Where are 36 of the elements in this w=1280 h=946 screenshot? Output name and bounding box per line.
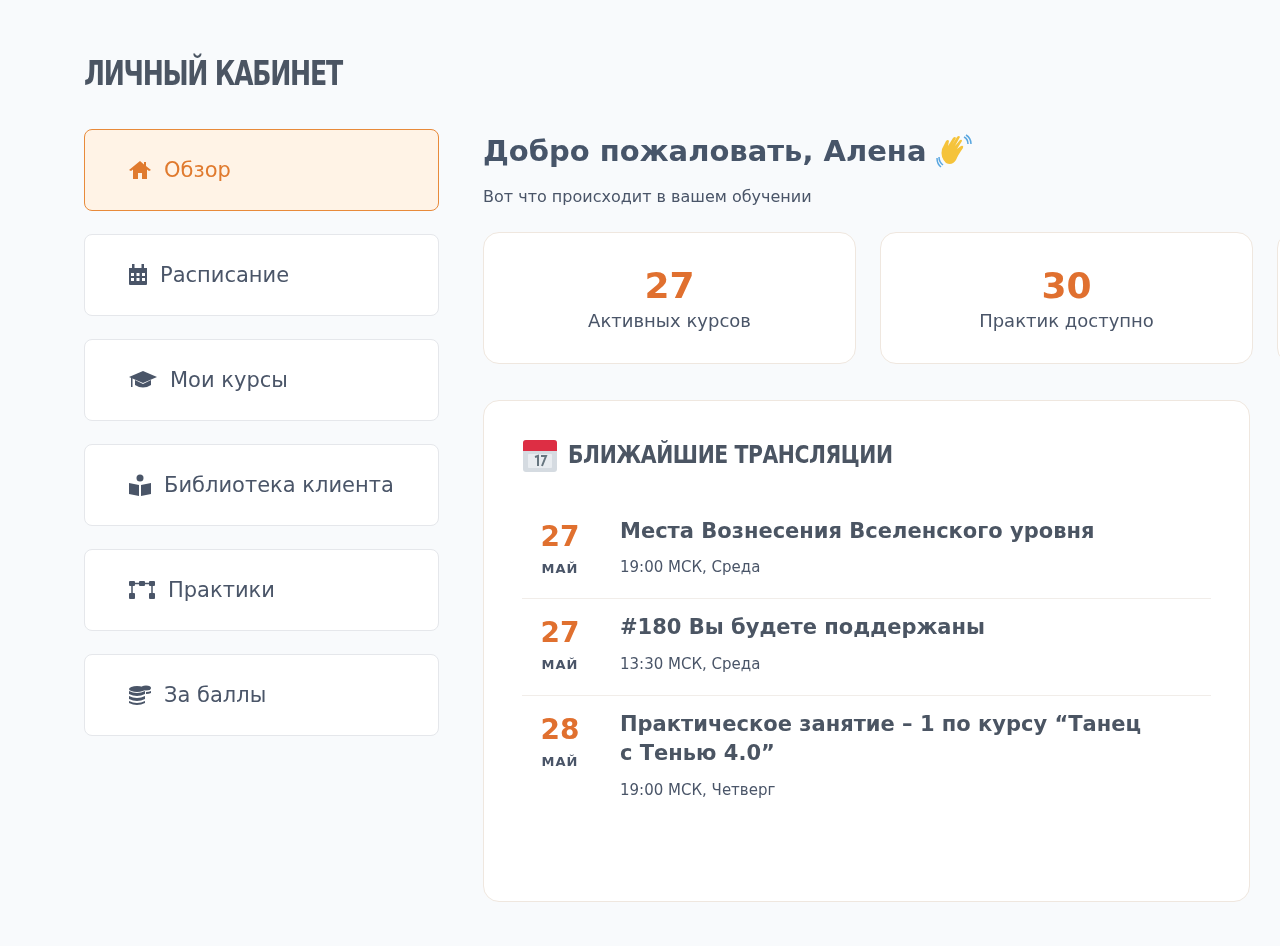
event-month: МАЙ [541, 657, 579, 673]
sidebar-item[interactable]: Практики [84, 549, 439, 631]
section-title: БЛИЖАЙШИЕ ТРАНСЛЯЦИИ [568, 441, 893, 469]
event-day: 27 [540, 619, 580, 648]
event-title: Места Вознесения Вселенского уровня [620, 518, 1095, 545]
page-title: ЛИЧНЫЙ КАБИНЕТ [84, 54, 342, 93]
event-day: 28 [540, 715, 580, 744]
sidebar-item[interactable]: За баллы [84, 654, 439, 736]
stat-value: 30 [1041, 265, 1092, 306]
event-time: 13:30 МСК, Среда [620, 654, 762, 673]
event-month: МАЙ [541, 753, 579, 769]
event-item[interactable]: 27 МАЙ Места Вознесения Вселенского уровня 19:00 МСК, Среда [522, 503, 1211, 600]
event-title: #180 Вы будете поддержаны [620, 614, 986, 642]
event-day: 27 [540, 523, 580, 551]
waving-hand-icon [936, 133, 973, 169]
event-month: МАЙ [541, 561, 579, 576]
event-time: 19:00 МСК, Четверг [620, 780, 777, 799]
graduation-cap-icon [128, 370, 158, 390]
event-item[interactable]: 27 МАЙ #180 Вы будете поддержаны 13:30 МСК, Среда [522, 599, 1211, 696]
stat-label: Активных курсов [588, 310, 751, 331]
event-title: Практическое занятие – 1 по курсу “Танец с Тенью 4.0” [620, 710, 1143, 768]
coins-icon [128, 684, 152, 706]
stat-label: Практик доступно [979, 310, 1154, 331]
sidebar-item[interactable]: Библиотека клиента [84, 444, 439, 526]
stat-value: 27 [644, 265, 695, 306]
sidebar-item[interactable]: Расписание [84, 234, 439, 316]
reader-icon [128, 474, 152, 496]
event-time: 19:00 МСК, Среда [620, 558, 762, 577]
calendar-icon [128, 264, 148, 286]
nodes-icon [128, 580, 156, 600]
event-item[interactable]: 28 МАЙ Практическое занятие – 1 по курсу “Танец с Тенью 4.0” 19:00 МСК, Четверг [522, 695, 1211, 821]
home-icon [128, 160, 152, 180]
welcome-subtitle: Вот что происходит в вашем обучении [483, 187, 813, 206]
welcome-title: Добро пожаловать, Алена [483, 134, 927, 168]
calendar-icon [522, 437, 558, 473]
sidebar-item[interactable]: Мои курсы [84, 339, 439, 421]
